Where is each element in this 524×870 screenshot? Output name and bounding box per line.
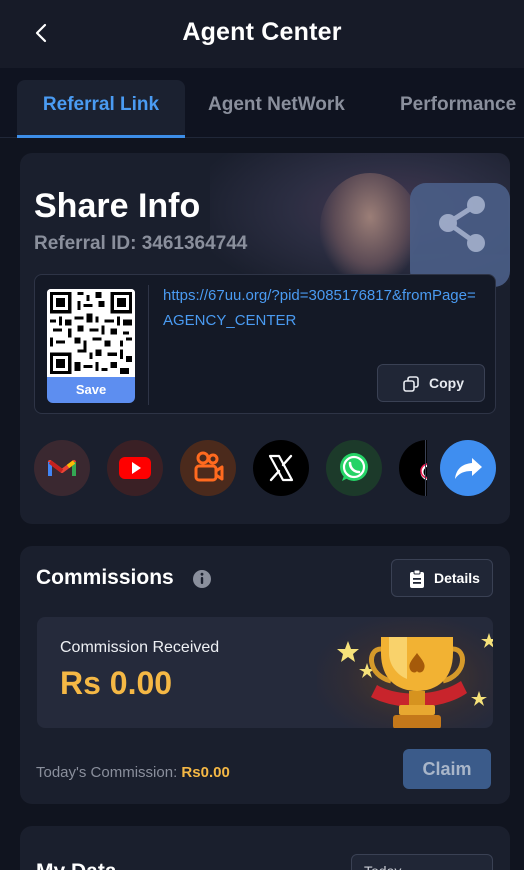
commission-received-value: Rs 0.00 bbox=[60, 665, 173, 701]
tab-performance[interactable]: Performance bbox=[400, 80, 516, 138]
youtube-icon bbox=[119, 457, 151, 479]
copy-icon bbox=[403, 376, 419, 392]
save-qr-button[interactable]: Save bbox=[47, 377, 135, 403]
tab-agent-network[interactable]: Agent NetWork bbox=[208, 80, 345, 138]
wizard-illustration bbox=[320, 173, 420, 283]
kwai-share-button[interactable] bbox=[180, 440, 236, 496]
copy-button[interactable]: Copy bbox=[377, 364, 485, 402]
gmail-icon bbox=[48, 460, 76, 476]
info-icon[interactable] bbox=[192, 569, 212, 589]
referral-url[interactable]: https://67uu.org/?pid=3085176817&fromPag… bbox=[163, 283, 485, 333]
whatsapp-share-button[interactable] bbox=[326, 440, 382, 496]
tab-bar: Referral Link Agent NetWork Performance bbox=[0, 68, 524, 138]
details-button[interactable]: Details bbox=[391, 559, 493, 597]
period-select[interactable]: Today bbox=[351, 854, 493, 870]
my-data-title: My Data bbox=[36, 860, 117, 870]
tab-referral-link[interactable]: Referral Link bbox=[17, 80, 185, 138]
todays-commission-label: Today's Commission: bbox=[36, 764, 178, 781]
youtube-share-button[interactable] bbox=[107, 440, 163, 496]
copy-label: Copy bbox=[429, 375, 464, 391]
tiktok-icon bbox=[420, 463, 427, 481]
todays-commission-value: Rs0.00 bbox=[181, 764, 230, 781]
page-title: Agent Center bbox=[182, 18, 342, 46]
share-graphic bbox=[410, 183, 510, 287]
kwai-icon bbox=[194, 451, 224, 482]
my-data-card: My Data Today bbox=[20, 826, 510, 870]
referral-link-box: Save https://67uu.org/?pid=3085176817&fr… bbox=[34, 274, 496, 414]
social-divider bbox=[425, 440, 426, 496]
share-nodes-icon bbox=[439, 196, 485, 252]
share-info-title: Share Info bbox=[34, 187, 201, 225]
claim-button[interactable]: Claim bbox=[403, 749, 491, 789]
tiktok-share-button[interactable] bbox=[399, 440, 427, 496]
qr-code bbox=[47, 289, 135, 377]
x-icon bbox=[268, 454, 294, 482]
referral-id: Referral ID: 3461364744 bbox=[34, 233, 248, 254]
gmail-share-button[interactable] bbox=[34, 440, 90, 496]
commissions-card: Commissions Details Commission Received … bbox=[20, 546, 510, 804]
more-share-button[interactable] bbox=[440, 440, 496, 496]
clipboard-icon bbox=[410, 569, 424, 588]
commission-received-box: Commission Received Rs 0.00 bbox=[37, 617, 493, 728]
forward-share-icon bbox=[455, 458, 482, 479]
todays-commission: Today's Commission: Rs0.00 bbox=[36, 764, 230, 781]
commission-received-label: Commission Received bbox=[60, 639, 220, 656]
details-label: Details bbox=[434, 570, 480, 586]
trophy-icon bbox=[337, 633, 493, 728]
share-info-card: Share Info Referral ID: 3461364744 Save … bbox=[20, 153, 510, 524]
qr-block: Save bbox=[47, 289, 135, 403]
commissions-title: Commissions bbox=[36, 566, 174, 589]
top-bar: Agent Center bbox=[0, 0, 524, 68]
whatsapp-icon bbox=[340, 453, 368, 481]
x-share-button[interactable] bbox=[253, 440, 309, 496]
divider bbox=[148, 285, 149, 405]
